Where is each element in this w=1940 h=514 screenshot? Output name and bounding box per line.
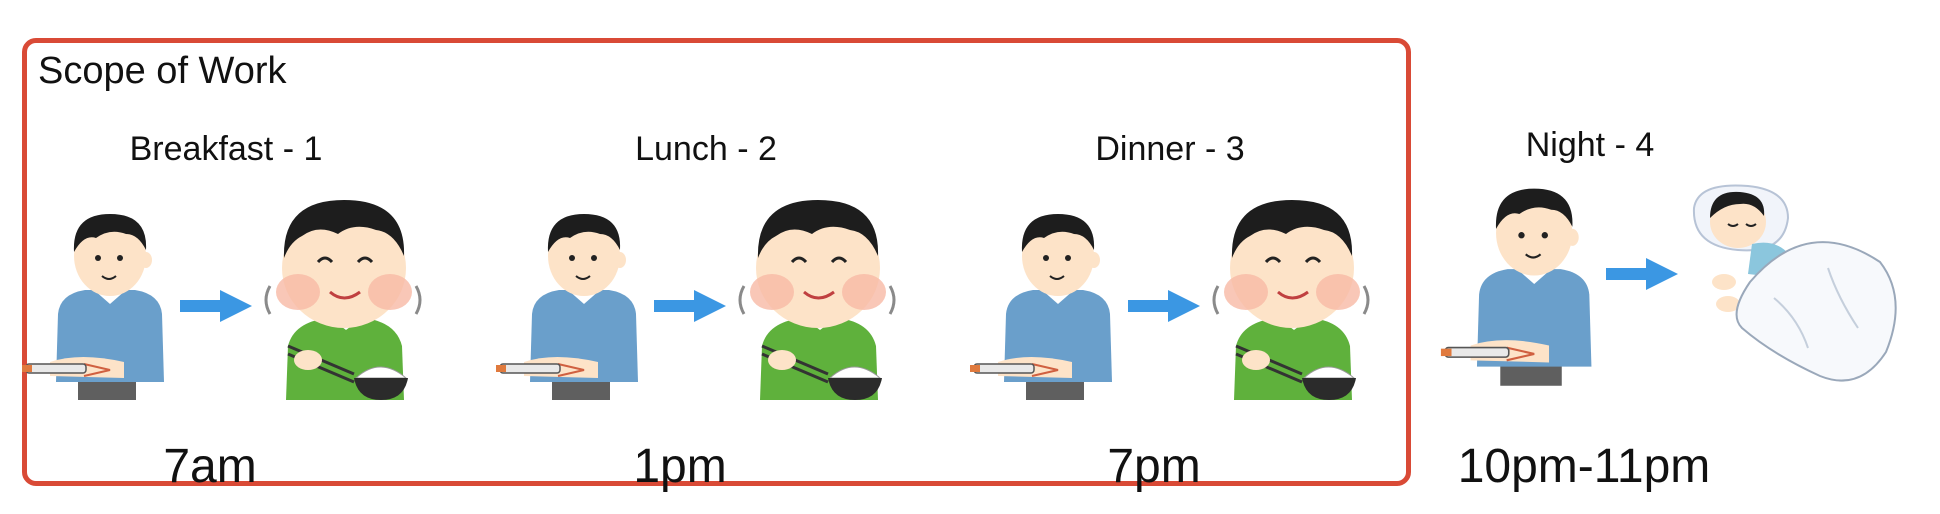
panel-label: Dinner - 3 — [1095, 130, 1245, 168]
insulin-injection-person-icon — [1439, 187, 1593, 387]
panel-dinner: Dinner - 3 7pm — [969, 120, 1390, 493]
insulin-injection-person-icon — [969, 213, 1113, 401]
arrow-right-icon — [1128, 290, 1200, 322]
panel-time: 7am — [163, 440, 257, 493]
eating-person-icon — [264, 198, 422, 402]
arrow-right-icon — [180, 290, 252, 322]
panel-breakfast: Breakfast - 1 7am — [21, 120, 442, 493]
arrow-right-icon — [1606, 258, 1678, 290]
panel-label: Lunch - 2 — [635, 130, 777, 168]
eating-person-icon — [1212, 198, 1370, 402]
scope-title: Scope of Work — [38, 50, 287, 92]
panel-label: Breakfast - 1 — [129, 130, 323, 168]
insulin-injection-person-icon — [21, 213, 165, 401]
sleeping-person-icon — [1692, 184, 1897, 382]
panel-time: 1pm — [633, 440, 727, 493]
panel-night: Night - 4 10pm-11pm — [1439, 120, 1920, 493]
panel-time: 10pm-11pm — [1457, 440, 1711, 493]
panel-label: Night - 4 — [1525, 126, 1655, 164]
arrow-right-icon — [654, 290, 726, 322]
panel-time: 7pm — [1107, 440, 1201, 493]
eating-person-icon — [738, 198, 896, 402]
insulin-injection-person-icon — [495, 213, 639, 401]
panel-lunch: Lunch - 2 1pm — [495, 120, 916, 493]
